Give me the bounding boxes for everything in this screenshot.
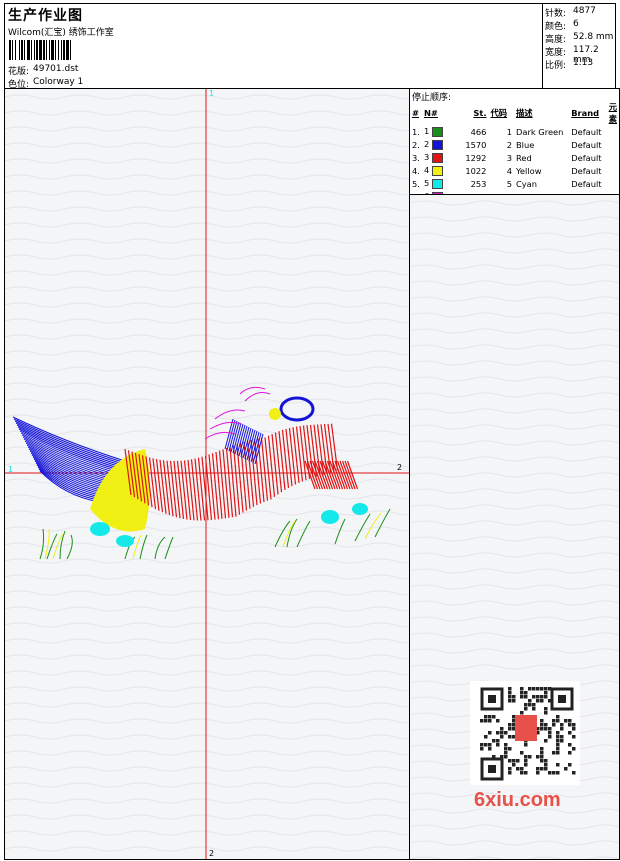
legend-row: 5. 5 253 5 Cyan Default — [410, 177, 619, 190]
watermark-text: 6xiu.com — [474, 789, 561, 811]
axis-label-right: 2 — [397, 463, 403, 472]
col-index: # — [412, 108, 419, 118]
legend-row: 4. 4 1022 4 Yellow Default — [410, 164, 619, 177]
legend-cell-st: 1292 — [465, 152, 487, 163]
color-swatch-cell: 3 — [422, 151, 448, 164]
legend-cell-brand: Default — [571, 139, 602, 150]
legend-cell-desc: Dark Green — [515, 126, 564, 137]
legend-cell-st: 1570 — [465, 139, 487, 150]
legend-row: 2. 2 1570 2 Blue Default — [410, 138, 619, 151]
legend-cell-desc: Red — [515, 152, 532, 163]
stitch-count-value: 4877 — [573, 6, 596, 16]
col-brand: Brand — [571, 108, 600, 118]
color-swatch-cell: 5 — [422, 177, 448, 190]
legend-cell-el — [607, 125, 619, 138]
barcode — [9, 40, 109, 60]
needle-number: 2 — [423, 139, 432, 150]
legend-cell-el — [607, 138, 619, 151]
legend-cell-num: 4. — [412, 165, 420, 176]
height-value: 52.8 mm — [573, 32, 614, 42]
col-code: 代码 — [490, 108, 508, 118]
design-file-name: 49701.dst — [33, 64, 79, 74]
legend-cell-el — [607, 164, 619, 177]
needle-number: 3 — [423, 152, 432, 163]
needle-number: 1 — [423, 126, 432, 137]
color-swatch-icon — [431, 178, 443, 189]
col-element: 元素 — [608, 102, 617, 124]
height-label: 高度: — [545, 35, 567, 45]
legend-table: # N# St. 代码 描述 Brand 元素 1. 1 466 1 Dark Gre… — [410, 101, 619, 203]
design-file-label: 花版: — [8, 67, 30, 77]
axis-label-left: 1 — [8, 465, 14, 474]
side-panel: 6xiu.com — [409, 194, 620, 860]
legend-cell-brand: Default — [571, 165, 602, 176]
legend-cell-el — [607, 177, 619, 190]
design-preview-area: 1 1 2 2 — [4, 88, 410, 860]
col-desc: 描述 — [515, 108, 533, 118]
legend-cell-num: 1. — [412, 126, 420, 137]
stats-panel: 针数: 4877 颜色: 6 高度: 52.8 mm 宽度: 117.2 mm … — [542, 3, 616, 89]
color-count-label: 颜色: — [545, 22, 567, 32]
legend-cell-st: 1022 — [465, 165, 487, 176]
color-swatch-icon — [431, 165, 443, 176]
needle-number: 4 — [423, 165, 432, 176]
legend-cell-st: 466 — [470, 126, 487, 137]
width-label: 宽度: — [545, 48, 567, 58]
legend-cell-code: 5 — [506, 178, 512, 189]
legend-cell-desc: Blue — [515, 139, 535, 150]
col-n: N# — [423, 108, 438, 118]
legend-cell-num: 5. — [412, 178, 420, 189]
color-swatch-icon — [431, 126, 443, 137]
colorway-name: Colorway 1 — [33, 77, 84, 87]
axis-label-top: 1 — [209, 89, 215, 98]
color-swatch-cell: 1 — [422, 125, 448, 138]
legend-cell-desc: Cyan — [515, 178, 538, 189]
color-count-value: 6 — [573, 19, 579, 29]
seal-icon — [515, 715, 537, 741]
page-title: 生产作业图 — [8, 8, 83, 24]
legend-cell-st: 253 — [470, 178, 487, 189]
scale-label: 比例: — [545, 61, 567, 71]
legend-cell-code: 2 — [506, 139, 512, 150]
legend-cell-brand: Default — [571, 178, 602, 189]
legend-cell-code: 4 — [506, 165, 512, 176]
embroidery-preview — [5, 89, 409, 859]
color-swatch-icon — [431, 139, 443, 150]
needle-number: 5 — [423, 178, 432, 189]
axis-label-bottom: 2 — [209, 849, 215, 858]
col-stitches: St. — [473, 108, 487, 118]
legend-cell-desc: Yellow — [515, 165, 542, 176]
stitch-count-label: 针数: — [545, 9, 567, 19]
header-panel: 生产作业图 Wilcom(汇宝) 绣饰工作室 花版: 49701.dst 色位:… — [4, 3, 543, 90]
company-name: Wilcom(汇宝) 绣饰工作室 — [8, 28, 114, 38]
color-swatch-cell: 2 — [422, 138, 448, 151]
legend-cell-el — [607, 151, 619, 164]
color-swatch-icon — [431, 152, 443, 163]
legend-cell-brand: Default — [571, 126, 602, 137]
color-swatch-cell: 4 — [422, 164, 448, 177]
legend-row: 1. 1 466 1 Dark Green Default — [410, 125, 619, 138]
legend-cell-num: 3. — [412, 152, 420, 163]
side-fabric — [410, 195, 619, 859]
legend-cell-code: 3 — [506, 152, 512, 163]
legend-header-row: # N# St. 代码 描述 Brand 元素 — [410, 101, 619, 125]
scale-value: 1.13 — [573, 58, 594, 68]
legend-cell-brand: Default — [571, 152, 602, 163]
color-stop-legend: 停止顺序: # N# St. 代码 描述 Brand 元素 1. 1 466 1 Da… — [409, 88, 620, 202]
eye-accent — [269, 408, 281, 420]
legend-cell-code: 1 — [506, 126, 512, 137]
legend-cell-num: 2. — [412, 139, 420, 150]
legend-row: 3. 3 1292 3 Red Default — [410, 151, 619, 164]
